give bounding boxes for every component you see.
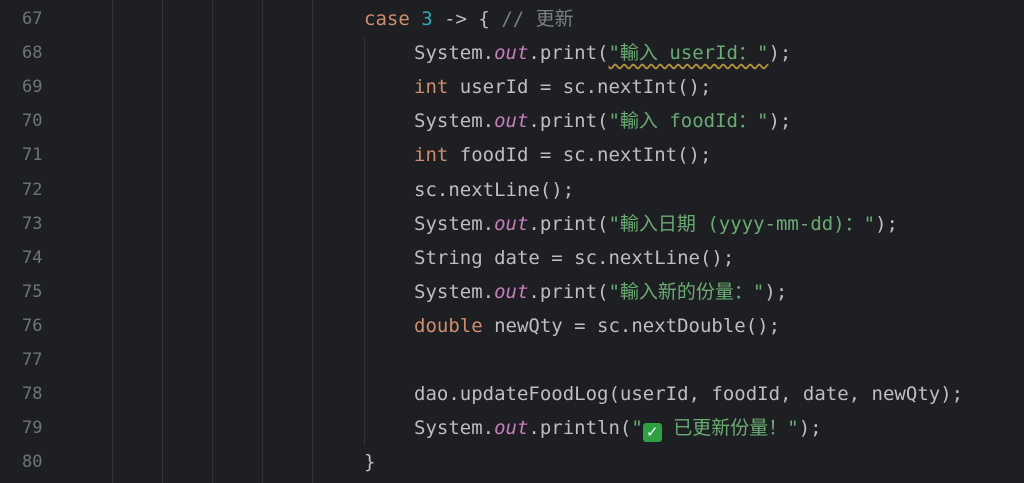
- code-token: .print(: [528, 212, 609, 235]
- code-token: -> {: [432, 8, 502, 30]
- code-token: 3: [421, 8, 433, 30]
- code-text: case 3 -> { // 更新: [364, 2, 574, 36]
- code-token: .print(: [528, 42, 609, 65]
- code-token: .println(: [528, 417, 632, 440]
- code-token: System.: [414, 212, 495, 235]
- code-text: System.out.print("輸入新的份量：");: [414, 275, 787, 309]
- code-text: System.out.print("輸入 foodId：");: [414, 104, 791, 138]
- code-token: );: [875, 212, 898, 235]
- line-number: 75: [22, 281, 43, 302]
- line-number: 72: [22, 179, 43, 200]
- code-text: double newQty = sc.nextDouble();: [414, 309, 780, 343]
- code-text: System.out.println(" ✓ 已更新份量！");: [414, 411, 822, 445]
- code-line[interactable]: 76 double newQty = sc.nextDouble();: [0, 309, 1024, 343]
- code-token: "輸入 userId：": [608, 42, 769, 65]
- code-token: newQty = sc.nextDouble();: [482, 314, 781, 337]
- code-line[interactable]: 73 System.out.print("輸入日期 (yyyy-mm-dd)：")…: [0, 207, 1024, 241]
- check-mark-icon: ✓: [642, 423, 662, 443]
- code-token: dao.updateFoodLog(userId, foodId, date, …: [414, 383, 964, 406]
- code-token: sc.nextLine();: [414, 178, 575, 201]
- code-editor[interactable]: 67 case 3 -> { // 更新 68 System.out.print("輸…: [0, 0, 1024, 483]
- code-token: );: [768, 42, 792, 65]
- code-token: );: [768, 110, 792, 133]
- code-text: }: [364, 445, 375, 479]
- line-number: 68: [22, 43, 43, 64]
- code-text: sc.nextLine();: [414, 173, 574, 207]
- code-line[interactable]: 77: [0, 343, 1024, 377]
- code-token: "輸入日期 (yyyy-mm-dd)：": [608, 212, 876, 235]
- code-text: int userId = sc.nextInt();: [414, 70, 711, 104]
- code-line[interactable]: 80}: [0, 445, 1024, 479]
- code-token: "輸入 foodId：": [608, 110, 769, 133]
- code-token: String date = sc.nextLine();: [414, 246, 735, 269]
- code-token: System.: [414, 417, 495, 440]
- code-token: out: [494, 110, 529, 133]
- code-token: out: [494, 280, 529, 303]
- code-line[interactable]: 67 case 3 -> { // 更新: [0, 2, 1024, 36]
- line-number: 73: [22, 213, 43, 234]
- code-token: double: [414, 314, 483, 337]
- code-token: 已更新份量！": [661, 417, 799, 440]
- code-line[interactable]: 79 System.out.println(" ✓ 已更新份量！");: [0, 411, 1024, 445]
- line-number: 76: [22, 315, 43, 336]
- line-number: 77: [22, 350, 43, 370]
- code-token: System.: [414, 110, 495, 133]
- code-text: System.out.print("輸入日期 (yyyy-mm-dd)：");: [414, 207, 898, 241]
- code-token: userId = sc.nextInt();: [448, 76, 712, 99]
- code-token: }: [364, 451, 376, 474]
- line-number: 70: [22, 111, 43, 132]
- code-token: .print(: [528, 280, 609, 303]
- code-token: );: [798, 417, 822, 440]
- code-line[interactable]: 71 int foodId = sc.nextInt();: [0, 138, 1024, 172]
- code-token: case: [364, 8, 410, 30]
- line-number: 74: [22, 247, 43, 268]
- line-number: 67: [22, 9, 43, 29]
- code-line[interactable]: 69 int userId = sc.nextInt();: [0, 70, 1024, 104]
- code-token: int: [414, 144, 449, 167]
- code-line[interactable]: 74 String date = sc.nextLine();: [0, 241, 1024, 275]
- code-text: String date = sc.nextLine();: [414, 241, 734, 275]
- code-line[interactable]: 78 dao.updateFoodLog(userId, foodId, date…: [0, 377, 1024, 411]
- code-line[interactable]: 68 System.out.print("輸入 userId：");: [0, 36, 1024, 70]
- code-line[interactable]: 70 System.out.print("輸入 foodId：");: [0, 104, 1024, 138]
- code-token: out: [494, 417, 529, 440]
- code-line[interactable]: 75 System.out.print("輸入新的份量：");: [0, 275, 1024, 309]
- code-token: System.: [414, 42, 495, 65]
- code-token: // 更新: [501, 8, 574, 30]
- code-text: int foodId = sc.nextInt();: [414, 138, 711, 172]
- code-token: int: [414, 76, 449, 99]
- code-token: foodId = sc.nextInt();: [448, 144, 712, 167]
- code-token: .print(: [528, 110, 609, 133]
- line-number: 71: [22, 145, 43, 166]
- code-line[interactable]: 72 sc.nextLine();: [0, 173, 1024, 207]
- code-token: );: [764, 280, 788, 303]
- code-token: System.: [414, 280, 495, 303]
- code-token: ": [631, 417, 643, 440]
- code-token: "輸入新的份量：": [608, 280, 765, 303]
- line-number: 79: [22, 418, 43, 439]
- code-token: out: [494, 212, 529, 235]
- line-number: 69: [22, 77, 43, 98]
- code-text: dao.updateFoodLog(userId, foodId, date, …: [414, 377, 963, 411]
- code-text: System.out.print("輸入 userId：");: [414, 36, 791, 70]
- code-token: out: [494, 42, 529, 65]
- line-number: 78: [22, 384, 43, 405]
- line-number: 80: [22, 452, 43, 473]
